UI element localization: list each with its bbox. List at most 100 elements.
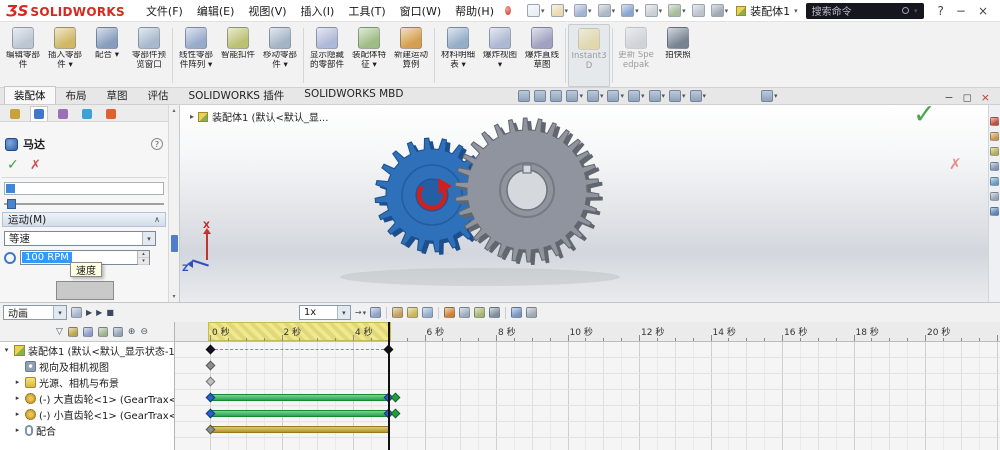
featuremanager-tab[interactable] xyxy=(6,106,24,121)
expander-icon[interactable]: ▸ xyxy=(13,426,22,434)
tree-row[interactable]: ▸ (-) 小直齿轮<1> (GearTrax< xyxy=(0,406,174,422)
tree-row[interactable]: ▸ 光源、相机与布景 xyxy=(0,374,174,390)
ribbon-exploded-view-button[interactable]: 爆炸视图 ▾ xyxy=(479,24,521,87)
open-button[interactable]: ▾ xyxy=(550,4,568,17)
tab-3[interactable]: 评估 xyxy=(138,86,179,104)
key-point[interactable] xyxy=(205,344,215,355)
menu-item[interactable]: 窗口(W) xyxy=(393,1,448,21)
apply-scene-button[interactable]: ▾ xyxy=(669,90,686,102)
tree-row[interactable]: 视向及相机视图 xyxy=(0,358,174,374)
filter-results-button[interactable] xyxy=(112,326,123,337)
cancel-button[interactable]: ✗ xyxy=(949,155,962,173)
component-selection-box[interactable] xyxy=(4,182,164,195)
ribbon-update-speedpak-button[interactable]: 更新 Speedpak xyxy=(615,24,657,87)
viewport-minimize-button[interactable]: − xyxy=(944,92,953,103)
filter-selected-button[interactable] xyxy=(97,326,108,337)
chevron-down-icon[interactable]: ▾ xyxy=(336,306,350,319)
filter-animated-button[interactable] xyxy=(67,326,78,337)
tree-row[interactable]: ▾ 装配体1 (默认<默认_显示状态-1 xyxy=(0,342,174,358)
motor-button[interactable] xyxy=(443,305,456,320)
viewport-close-button[interactable]: × xyxy=(981,92,990,103)
ribbon-new-motion-study-button[interactable]: 新建运动算例 xyxy=(390,24,432,87)
filter-driving-button[interactable] xyxy=(82,326,93,337)
speed-slider[interactable] xyxy=(4,199,164,209)
play-button[interactable]: ▶ xyxy=(95,305,103,320)
pm-ok-button[interactable]: ✓ xyxy=(7,157,19,173)
tab-1[interactable]: 布局 xyxy=(56,86,97,104)
options-button[interactable]: ▾ xyxy=(710,4,728,17)
ribbon-show-hidden-components-button[interactable]: 显示隐藏的零部件 xyxy=(306,24,348,87)
propertymanager-tab[interactable] xyxy=(30,106,48,121)
display-style-button[interactable]: ▾ xyxy=(607,90,624,102)
expander-icon[interactable]: ▸ xyxy=(13,394,22,402)
gravity-button[interactable] xyxy=(488,305,501,320)
solidworks-resources-icon[interactable] xyxy=(990,117,999,126)
ribbon-explode-line-sketch-button[interactable]: 爆炸直线草图 xyxy=(521,24,563,87)
command-search-input[interactable]: 搜索命令 ▾ xyxy=(805,2,924,19)
tab-2[interactable]: 草图 xyxy=(97,86,138,104)
spring-button[interactable] xyxy=(458,305,471,320)
animation-wizard-button[interactable] xyxy=(391,305,404,320)
expander-icon[interactable]: ▾ xyxy=(2,346,11,354)
filter-button[interactable]: ▽ xyxy=(56,327,63,337)
motion-settings-button[interactable] xyxy=(525,305,538,320)
expander-icon[interactable]: ▸ xyxy=(13,410,22,418)
displaymanager-tab[interactable] xyxy=(102,106,120,121)
motion-section-header[interactable]: 运动(M) ∧ xyxy=(2,212,166,227)
design-library-icon[interactable] xyxy=(990,132,999,141)
rebuild-button[interactable]: ▾ xyxy=(668,4,686,17)
duration-bar[interactable] xyxy=(210,426,389,433)
viewport-restore-button[interactable]: ◻ xyxy=(963,92,972,103)
ribbon-bill-of-materials-button[interactable]: 材料明细表 ▾ xyxy=(437,24,479,87)
tree-row[interactable]: ▸ (-) 大直齿轮<1> (GearTrax< xyxy=(0,390,174,406)
ribbon-insert-component-button[interactable]: 插入零部件 ▾ xyxy=(44,24,86,87)
menu-item[interactable]: 编辑(E) xyxy=(190,1,242,21)
dimxpertmanager-tab[interactable] xyxy=(78,106,96,121)
key-point[interactable] xyxy=(390,408,401,419)
custom-properties-icon[interactable] xyxy=(990,192,999,201)
ribbon-instant3d-button[interactable]: Instant3D xyxy=(568,24,610,87)
timeline-ruler[interactable]: 0 秒 2 秒 4 秒 6 秒 8 秒 10 秒 12 秒 14 秒 16 秒 18 秒 20 秒 xyxy=(175,322,1000,342)
tree-row[interactable]: ▸ 配合 xyxy=(0,422,174,438)
configurationmanager-tab[interactable] xyxy=(54,106,72,121)
current-time-bar[interactable] xyxy=(387,322,390,450)
viewport-breadcrumb[interactable]: ▸ 装配体1 (默认<默认_显... xyxy=(190,109,328,124)
zoom-in-button[interactable]: ⊕ xyxy=(128,327,136,337)
ribbon-mate-button[interactable]: 配合 ▾ xyxy=(86,24,128,87)
play-from-start-button[interactable]: ▶ xyxy=(85,305,93,320)
key-point[interactable] xyxy=(205,360,215,371)
new-document-button[interactable]: ▾ xyxy=(527,4,545,17)
ok-button[interactable]: ✓ xyxy=(913,99,936,130)
screen-button[interactable]: ▾ xyxy=(761,90,778,102)
spinner[interactable]: ▴ ▾ xyxy=(137,251,149,265)
timeline-grid[interactable]: 0 秒 2 秒 4 秒 6 秒 8 秒 10 秒 12 秒 14 秒 16 秒 18 秒 20 秒 xyxy=(175,322,1000,450)
print-button[interactable]: ▾ xyxy=(597,4,615,17)
view-settings-button[interactable]: ▾ xyxy=(689,90,706,102)
ribbon-move-component-button[interactable]: 移动零部件 ▾ xyxy=(259,24,301,87)
chevron-down-icon[interactable]: ▾ xyxy=(142,232,155,245)
save-animation-button[interactable] xyxy=(369,305,382,320)
gears-3d-model[interactable] xyxy=(180,105,988,302)
minimize-button[interactable]: − xyxy=(956,4,966,18)
playback-mode-button[interactable]: → ▾ xyxy=(354,305,367,320)
tab-5[interactable]: SOLIDWORKS MBD xyxy=(294,86,413,104)
scroll-up-icon[interactable]: ▴ xyxy=(172,107,175,114)
results-button[interactable] xyxy=(510,305,523,320)
zoom-out-button[interactable]: ⊖ xyxy=(140,327,148,337)
help-button[interactable]: ? xyxy=(938,4,944,18)
search-icon[interactable] xyxy=(901,7,909,14)
chevron-down-icon[interactable]: ▾ xyxy=(914,7,918,15)
tab-0[interactable]: 装配体 xyxy=(4,86,56,104)
pm-cancel-button[interactable]: ✗ xyxy=(30,158,41,173)
scroll-down-icon[interactable]: ▾ xyxy=(172,293,175,300)
motor-type-select[interactable]: 等速 ▾ xyxy=(4,231,156,246)
auto-key-button[interactable] xyxy=(406,305,419,320)
view-palette-icon[interactable] xyxy=(990,162,999,171)
graphics-viewport[interactable]: ▸ 装配体1 (默认<默认_显... ✓ ✗ X Z xyxy=(180,99,988,302)
pin-icon[interactable] xyxy=(504,6,512,15)
document-selector[interactable]: 装配体1 ▾ xyxy=(730,3,804,19)
zoom-fit-button[interactable] xyxy=(518,90,531,102)
playback-speed-select[interactable]: 1x ▾ xyxy=(298,305,351,320)
view-orientation-button[interactable]: ▾ xyxy=(586,90,603,102)
ribbon-assembly-features-button[interactable]: 装配体特征 ▾ xyxy=(348,24,390,87)
